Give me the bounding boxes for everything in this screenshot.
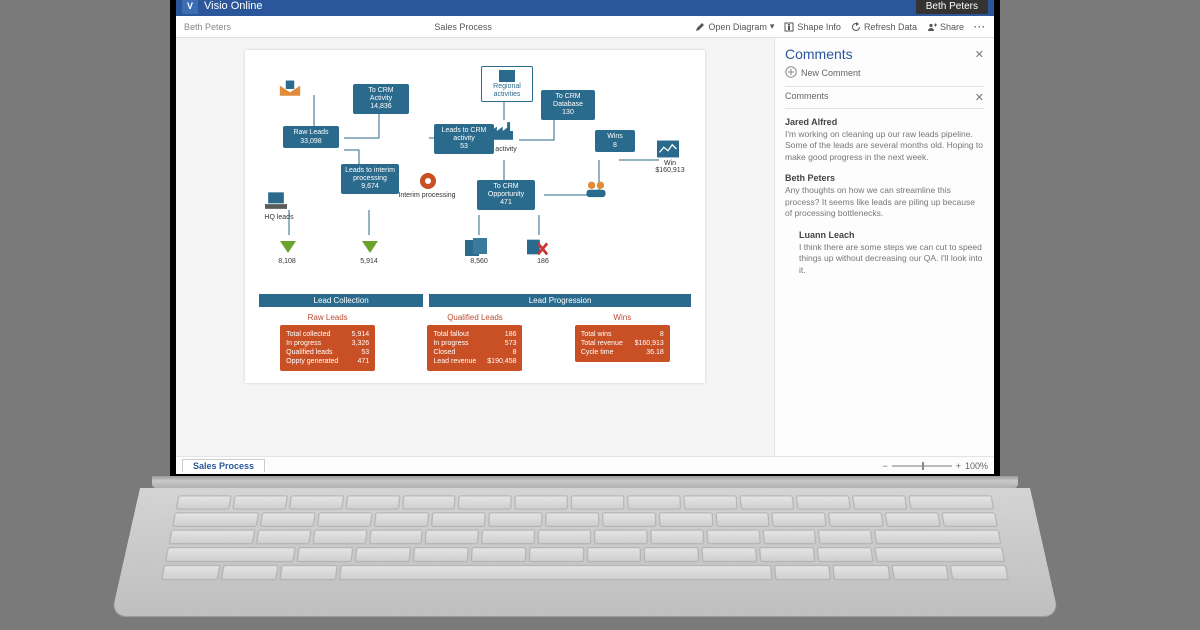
node-regional-activities[interactable]: Regional activities [481, 66, 533, 102]
panel-b-value: 5,914 [349, 258, 389, 265]
people-icon [585, 178, 607, 200]
comments-section-header: Comments ✕ [785, 86, 984, 109]
zoom-out-icon[interactable]: − [882, 461, 887, 471]
diagram-canvas[interactable]: HQ leads activity Interim processing [176, 38, 774, 456]
node-to-crm-activity[interactable]: To CRM Activity 14,836 [353, 84, 409, 114]
new-comment-button[interactable]: New Comment [785, 62, 984, 86]
share-button[interactable]: Share [927, 22, 964, 32]
plus-circle-icon [785, 66, 797, 80]
interim-processing-label: Interim processing [395, 192, 459, 199]
app-window: V Visio Online Beth Peters Beth Peters S… [176, 0, 994, 474]
card-raw-leads[interactable]: Total collected5,914 In progress3,326 Qu… [280, 325, 375, 371]
arrow-down-icon [277, 236, 299, 258]
pencil-icon [695, 22, 705, 32]
zoom-level: 100% [965, 461, 988, 471]
diagram-page: HQ leads activity Interim processing [245, 50, 705, 383]
node-leads-to-crm-activity[interactable]: Leads to CRM activity 53 [434, 124, 494, 154]
doc-icon [465, 236, 487, 258]
open-diagram-button[interactable]: Open Diagram ▾ [695, 21, 774, 32]
laptop-keyboard [111, 488, 1059, 616]
comment-item[interactable]: Beth Peters Any thoughts on how we can s… [785, 173, 984, 219]
breadcrumb[interactable]: Beth Peters [184, 22, 231, 32]
win-label: Win $160,913 [647, 160, 693, 174]
user-menu[interactable]: Beth Peters [916, 0, 988, 14]
computer-icon [265, 190, 287, 212]
gear-icon [417, 170, 439, 192]
more-button[interactable]: ··· [974, 22, 986, 32]
panel-a-value: 8,108 [267, 258, 307, 265]
card-title-qualified: Qualified Leads [427, 313, 522, 322]
panel-c-value: 8,560 [459, 258, 499, 265]
card-title-raw: Raw Leads [280, 313, 375, 322]
visio-logo-icon: V [182, 0, 198, 14]
status-bar: Sales Process − + 100% [176, 456, 994, 474]
doc-x-icon [527, 236, 549, 258]
hq-leads-label: HQ leads [259, 214, 299, 221]
title-bar: V Visio Online Beth Peters [176, 0, 994, 16]
panel-d-value: 186 [523, 258, 563, 265]
band-lead-collection: Lead Collection [259, 294, 423, 307]
node-to-crm-database[interactable]: To CRM Database 130 [541, 90, 595, 120]
zoom-control[interactable]: − + 100% [882, 461, 988, 471]
band-lead-progression: Lead Progression [429, 294, 691, 307]
comments-title: Comments ✕ [785, 46, 984, 62]
inbox-icon [279, 78, 301, 100]
node-leads-to-interim[interactable]: Leads to interim processing 9,674 [341, 164, 399, 194]
card-title-wins: Wins [575, 313, 670, 322]
sheet-tab[interactable]: Sales Process [182, 459, 265, 472]
node-to-crm-opportunity[interactable]: To CRM Opportunity 471 [477, 180, 535, 210]
zoom-slider[interactable] [892, 465, 952, 467]
comments-panel: Comments ✕ New Comment Comments ✕ [774, 38, 994, 456]
comment-item-reply[interactable]: Luann Leach I think there are some steps… [799, 230, 984, 276]
zoom-in-icon[interactable]: + [956, 461, 961, 471]
card-wins[interactable]: Total wins8 Total revenue$160,913 Cycle … [575, 325, 670, 362]
card-qualified-leads[interactable]: Total fallout186 In progress573 Closed8 … [427, 325, 522, 371]
node-raw-leads[interactable]: Raw Leads 33,098 [283, 126, 339, 148]
document-title: Sales Process [231, 22, 695, 32]
chart-icon [657, 138, 679, 160]
refresh-data-button[interactable]: Refresh Data [851, 22, 917, 32]
command-bar: Beth Peters Sales Process Open Diagram ▾… [176, 16, 994, 38]
share-icon [927, 22, 937, 32]
factory-icon [491, 120, 513, 142]
comment-item[interactable]: Jared Alfred I'm working on cleaning up … [785, 117, 984, 163]
close-icon[interactable]: ✕ [975, 48, 984, 61]
node-wins[interactable]: Wins 8 [595, 130, 635, 152]
info-icon [784, 22, 794, 32]
app-name: Visio Online [204, 0, 263, 12]
collapse-icon[interactable]: ✕ [975, 91, 984, 104]
arrow-down-icon [359, 236, 381, 258]
shape-info-button[interactable]: Shape Info [784, 22, 841, 32]
refresh-icon [851, 22, 861, 32]
